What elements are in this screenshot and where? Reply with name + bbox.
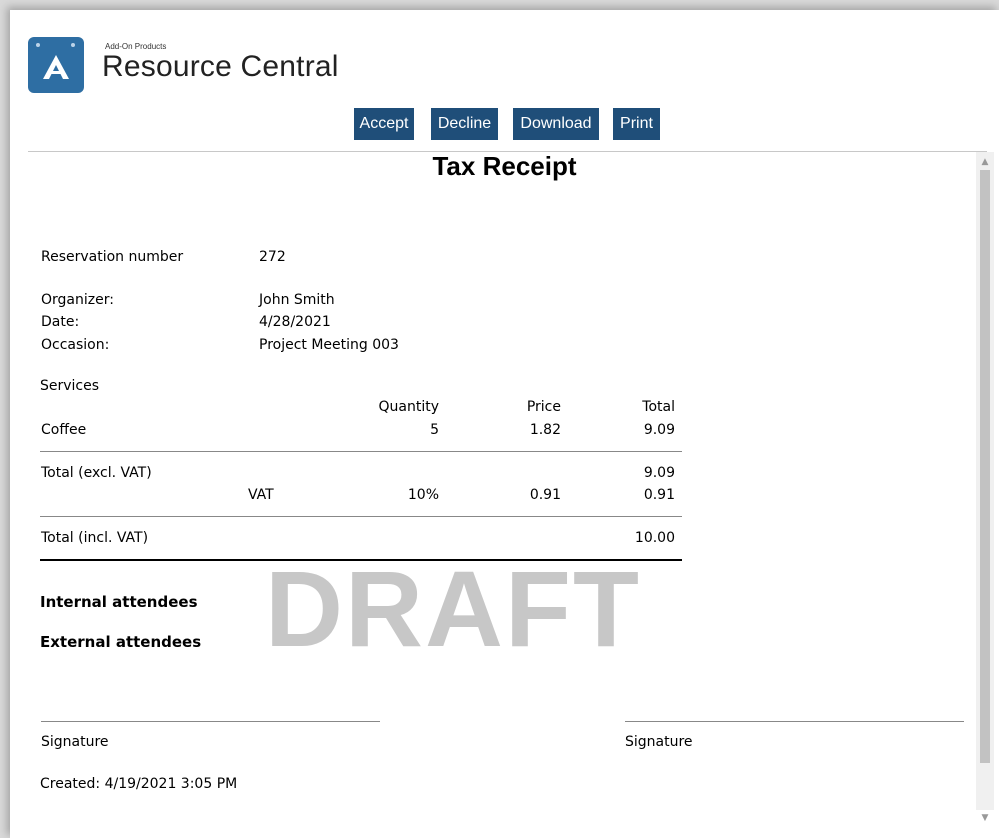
services-label: Services	[40, 378, 100, 394]
decline-button[interactable]: Decline	[431, 108, 498, 140]
signature-line-right	[625, 721, 964, 722]
reservation-value: 272	[259, 249, 286, 265]
date-label: Date:	[41, 314, 80, 330]
print-button[interactable]: Print	[613, 108, 660, 140]
vat-price: 0.91	[529, 487, 561, 503]
item-total: 9.09	[643, 422, 675, 438]
signature-line-left	[41, 721, 380, 722]
vat-rate: 10%	[407, 487, 439, 503]
internal-attendees-label: Internal attendees	[40, 593, 198, 611]
item-quantity: 5	[430, 422, 439, 438]
total-incl-label: Total (incl. VAT)	[41, 530, 149, 546]
brand-title: Resource Central	[102, 50, 339, 83]
quantity-header: Quantity	[378, 399, 440, 415]
scroll-down-icon[interactable]: ▼	[976, 810, 994, 826]
action-toolbar: Accept Decline Download Print	[10, 108, 999, 140]
vertical-scrollbar[interactable]: ▲ ▼	[976, 152, 994, 823]
receipt-window: Add-On Products Resource Central Accept …	[10, 10, 999, 838]
created-timestamp: Created: 4/19/2021 3:05 PM	[40, 776, 238, 792]
items-divider	[40, 451, 682, 452]
document-title: Tax Receipt	[432, 151, 577, 181]
item-name: Coffee	[41, 422, 87, 438]
organizer-value: John Smith	[259, 292, 335, 308]
vat-label: VAT	[248, 487, 274, 503]
signature-label-left: Signature	[41, 734, 109, 750]
reservation-label: Reservation number	[41, 249, 184, 265]
total-incl-value: 10.00	[634, 530, 675, 546]
logo-dot-right	[71, 43, 75, 47]
scroll-thumb[interactable]	[980, 170, 990, 763]
download-button[interactable]: Download	[513, 108, 599, 140]
logo-dot-left	[36, 43, 40, 47]
occasion-label: Occasion:	[41, 337, 110, 353]
accept-button[interactable]: Accept	[354, 108, 414, 140]
price-header: Price	[526, 399, 561, 415]
signature-label-right: Signature	[625, 734, 693, 750]
draft-watermark: DRAFT	[265, 548, 641, 669]
total-excl-value: 9.09	[643, 465, 675, 481]
organizer-label: Organizer:	[41, 292, 114, 308]
vat-divider	[40, 516, 682, 517]
external-attendees-label: External attendees	[40, 633, 202, 651]
total-excl-label: Total (excl. VAT)	[41, 465, 152, 481]
vat-total: 0.91	[643, 487, 675, 503]
resource-central-logo-icon	[28, 37, 84, 93]
item-price: 1.82	[529, 422, 561, 438]
occasion-value: Project Meeting 003	[259, 337, 399, 353]
total-header: Total	[642, 399, 675, 415]
date-value: 4/28/2021	[259, 314, 331, 330]
